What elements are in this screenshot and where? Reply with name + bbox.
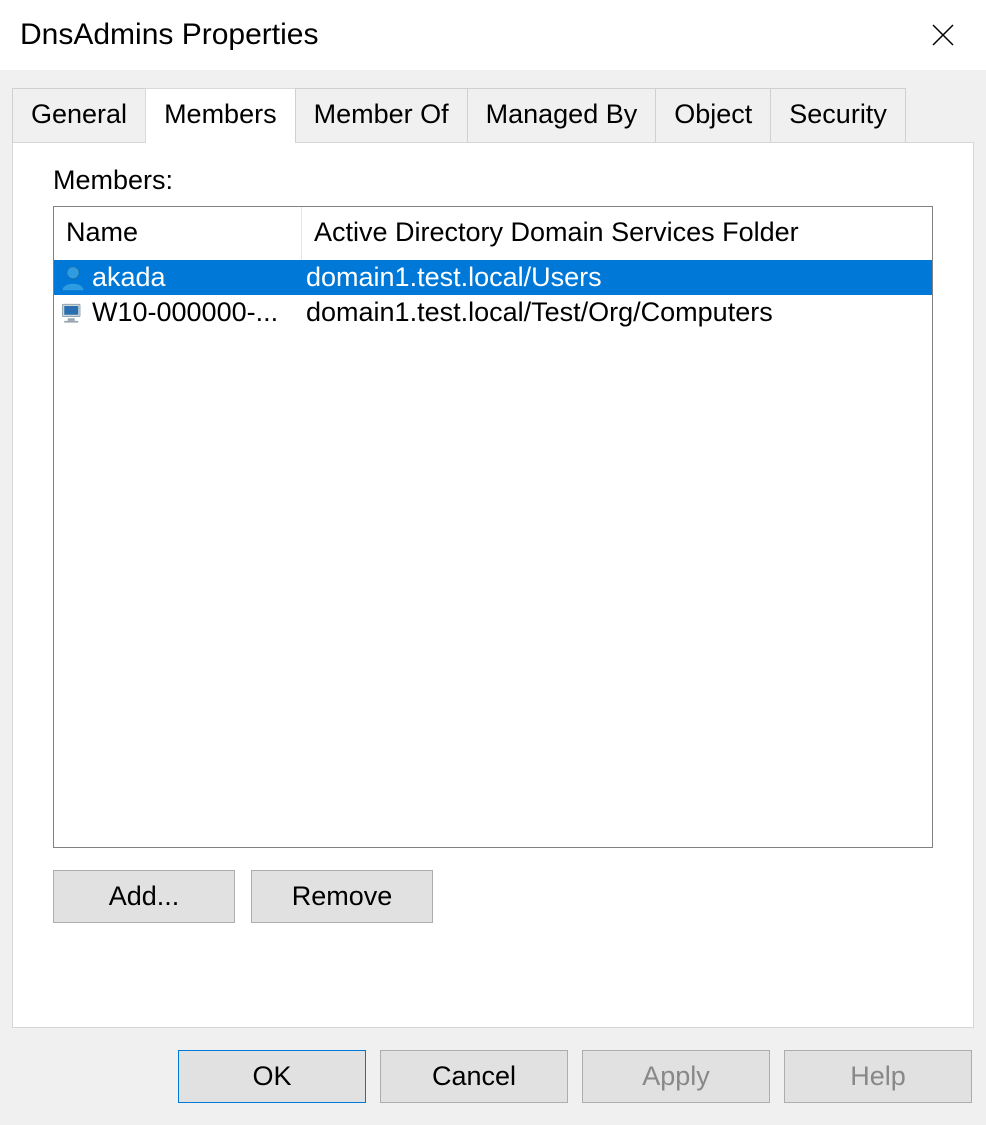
cell-name-text: akada xyxy=(92,262,166,293)
tab-label: Member Of xyxy=(314,99,449,129)
cell-folder: domain1.test.local/Test/Org/Computers xyxy=(302,295,932,330)
tab-label: Members xyxy=(164,99,277,129)
tab-strip: General Members Member Of Managed By Obj… xyxy=(0,70,986,142)
cell-name: W10-000000-... xyxy=(54,295,302,330)
title-bar: DnsAdmins Properties xyxy=(0,0,986,70)
dialog-body: General Members Member Of Managed By Obj… xyxy=(0,70,986,1125)
close-button[interactable] xyxy=(928,20,958,50)
column-header-folder[interactable]: Active Directory Domain Services Folder xyxy=(302,207,932,260)
tab-label: Security xyxy=(789,99,887,129)
members-label: Members: xyxy=(53,165,933,196)
tab-managed-by[interactable]: Managed By xyxy=(467,88,656,142)
list-row[interactable]: akada domain1.test.local/Users xyxy=(54,260,932,295)
cell-folder: domain1.test.local/Users xyxy=(302,260,932,295)
computer-icon xyxy=(58,298,88,328)
cancel-button[interactable]: Cancel xyxy=(380,1050,568,1103)
members-list[interactable]: Name Active Directory Domain Services Fo… xyxy=(53,206,933,848)
remove-button[interactable]: Remove xyxy=(251,870,433,923)
cell-folder-text: domain1.test.local/Users xyxy=(306,262,602,293)
tab-security[interactable]: Security xyxy=(770,88,906,142)
add-button[interactable]: Add... xyxy=(53,870,235,923)
tab-member-of[interactable]: Member Of xyxy=(295,88,467,142)
window-title: DnsAdmins Properties xyxy=(20,18,318,52)
properties-dialog: DnsAdmins Properties General Members Mem… xyxy=(0,0,986,1125)
cell-folder-text: domain1.test.local/Test/Org/Computers xyxy=(306,297,773,328)
cell-name: akada xyxy=(54,260,302,295)
members-tab-content: Members: Name Active Directory Domain Se… xyxy=(12,142,974,1028)
list-row[interactable]: W10-000000-... domain1.test.local/Test/O… xyxy=(54,295,932,330)
help-button[interactable]: Help xyxy=(784,1050,972,1103)
list-body: akada domain1.test.local/Users xyxy=(54,260,932,847)
dialog-footer: OK Cancel Apply Help xyxy=(0,1028,986,1125)
column-header-name[interactable]: Name xyxy=(54,207,302,260)
tab-label: Managed By xyxy=(486,99,638,129)
apply-button[interactable]: Apply xyxy=(582,1050,770,1103)
close-icon xyxy=(931,23,955,47)
tab-members[interactable]: Members xyxy=(145,88,295,143)
tab-label: General xyxy=(31,99,127,129)
list-header: Name Active Directory Domain Services Fo… xyxy=(54,207,932,260)
user-icon xyxy=(58,263,88,293)
ok-button[interactable]: OK xyxy=(178,1050,366,1103)
list-buttons: Add... Remove xyxy=(53,870,933,923)
tab-object[interactable]: Object xyxy=(655,88,770,142)
tab-label: Object xyxy=(674,99,752,129)
cell-name-text: W10-000000-... xyxy=(92,297,278,328)
tab-general[interactable]: General xyxy=(12,88,145,142)
